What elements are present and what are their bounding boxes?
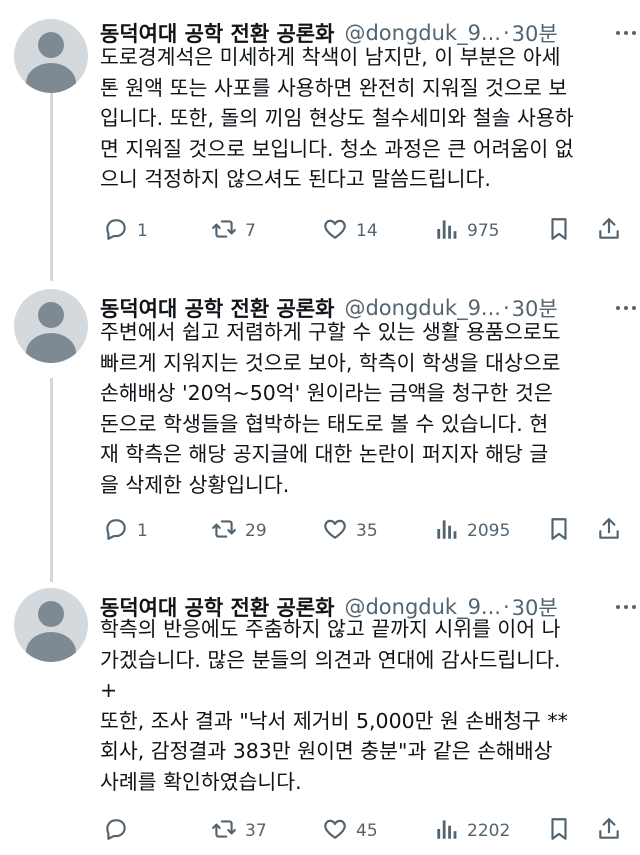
tweet-actions: 1 7 14 975 (0, 216, 640, 246)
share-icon (596, 216, 622, 246)
like-count: 14 (356, 221, 378, 241)
reply-icon (103, 216, 129, 246)
repost-count: 37 (245, 821, 267, 841)
text-line: 회사, 감정결과 383만 원이면 충분"과 같은 손해배상 (100, 739, 553, 763)
like-button[interactable]: 14 (322, 216, 378, 246)
repost-icon (211, 816, 237, 846)
views-icon (433, 516, 459, 546)
text-line: 돈으로 학생들을 협박하는 태도로 볼 수 있습니다. 현 (100, 411, 549, 436)
view-count: 2095 (467, 521, 511, 541)
view-count: 2202 (467, 821, 511, 841)
share-icon (596, 516, 622, 546)
share-button[interactable] (596, 216, 622, 246)
like-icon (322, 216, 348, 246)
text-line: 손해배상 '20억~50억' 원이라는 금액을 청구한 것은 (100, 381, 553, 405)
avatar[interactable] (14, 289, 88, 363)
like-count: 35 (356, 521, 378, 541)
tweet[interactable]: 동덕여대 공학 전환 공론화 @dongduk_9... · 30분 주변에서 … (0, 289, 640, 549)
reply-button[interactable] (103, 816, 137, 846)
like-count: 45 (356, 821, 378, 841)
repost-icon (211, 516, 237, 546)
text-line: 학측의 반응에도 주춤하지 않고 끝까지 시위를 이어 나 (100, 617, 561, 641)
like-button[interactable]: 35 (322, 516, 378, 546)
reply-icon (103, 816, 129, 846)
avatar[interactable] (14, 19, 88, 93)
text-line: 사례를 확인하였습니다. (100, 769, 302, 794)
tweet-actions: 1 29 35 2095 (0, 516, 640, 546)
tweet[interactable]: 동덕여대 공학 전환 공론화 @dongduk_9... · 30분 도로경계석… (0, 14, 640, 249)
like-button[interactable]: 45 (322, 816, 378, 846)
text-line: 을 삭제한 상황입니다. (100, 472, 290, 497)
views-icon (433, 216, 459, 246)
tweet-text: 도로경계석은 미세하게 착색이 남지만, 이 부분은 아세 톤 원액 또는 사포… (100, 42, 630, 195)
views-button[interactable]: 975 (433, 216, 499, 246)
share-icon (596, 816, 622, 846)
text-line: 빠르게 지워지는 것으로 보아, 학측이 학생을 대상으로 (100, 350, 561, 375)
reply-count: 1 (137, 521, 148, 541)
views-button[interactable]: 2095 (433, 516, 510, 546)
text-line: + (100, 678, 118, 702)
reply-count: 1 (137, 221, 148, 241)
tweet[interactable]: 동덕여대 공학 전환 공론화 @dongduk_9... · 30분 학측의 반… (0, 588, 640, 848)
text-line: 톤 원액 또는 사포를 사용하면 완전히 지워질 것으로 보 (100, 75, 568, 100)
reply-button[interactable]: 1 (103, 516, 148, 546)
bookmark-button[interactable] (546, 816, 572, 846)
like-icon (322, 516, 348, 546)
repost-button[interactable]: 37 (211, 816, 267, 846)
repost-button[interactable]: 29 (211, 516, 267, 546)
share-button[interactable] (596, 816, 622, 846)
tweet-text: 주변에서 쉽고 저렴하게 구할 수 있는 생활 용품으로도 빠르게 지워지는 것… (100, 317, 630, 500)
bookmark-icon (546, 216, 572, 246)
text-line: 주변에서 쉽고 저렴하게 구할 수 있는 생활 용품으로도 (100, 320, 561, 344)
like-icon (322, 816, 348, 846)
tweet-actions: 37 45 2202 (0, 816, 640, 846)
bookmark-button[interactable] (546, 216, 572, 246)
reply-icon (103, 516, 129, 546)
text-line: 가겠습니다. 많은 분들의 의견과 연대에 감사드립니다. (100, 647, 561, 672)
text-line: 으니 걱정하지 않으셔도 된다고 말씀드립니다. (100, 167, 491, 191)
view-count: 975 (467, 221, 500, 241)
text-line: 입니다. 또한, 돌의 끼임 현상도 철수세미와 철솔 사용하 (100, 106, 574, 130)
text-line: 면 지워질 것으로 보입니다. 청소 과정은 큰 어려움이 없 (100, 136, 574, 161)
tweet-text: 학측의 반응에도 주춤하지 않고 끝까지 시위를 이어 나 가겠습니다. 많은 … (100, 614, 630, 797)
avatar[interactable] (14, 588, 88, 662)
views-icon (433, 816, 459, 846)
reply-button[interactable]: 1 (103, 216, 148, 246)
bookmark-icon (546, 816, 572, 846)
text-line: 도로경계석은 미세하게 착색이 남지만, 이 부분은 아세 (100, 45, 561, 69)
repost-icon (211, 216, 237, 246)
share-button[interactable] (596, 516, 622, 546)
text-line: 또한, 조사 결과 "낙서 제거비 5,000만 원 손배청구 ** (100, 708, 568, 733)
bookmark-icon (546, 516, 572, 546)
views-button[interactable]: 2202 (433, 816, 510, 846)
repost-count: 7 (245, 221, 256, 241)
text-line: 재 학측은 해당 공지글에 대한 논란이 퍼지자 해당 글 (100, 442, 549, 466)
bookmark-button[interactable] (546, 516, 572, 546)
repost-count: 29 (245, 521, 267, 541)
repost-button[interactable]: 7 (211, 216, 256, 246)
